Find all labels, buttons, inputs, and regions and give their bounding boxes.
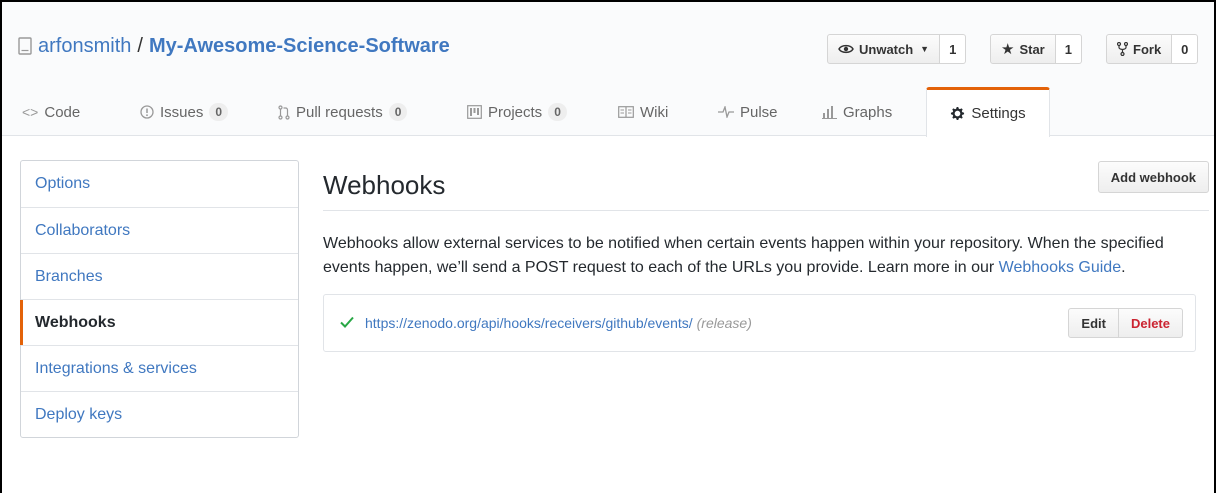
unwatch-button[interactable]: Unwatch ▼ bbox=[827, 34, 941, 64]
webhook-actions: Edit Delete bbox=[1068, 308, 1183, 338]
tab-label: Graphs bbox=[843, 103, 893, 121]
tab-issues[interactable]: Issues 0 bbox=[136, 88, 232, 136]
repo-name-link[interactable]: My-Awesome-Science-Software bbox=[149, 34, 450, 58]
book-icon bbox=[618, 106, 634, 118]
tab-label: Projects bbox=[488, 103, 543, 121]
webhook-url-link[interactable]: https://zenodo.org/api/hooks/receivers/g… bbox=[365, 315, 693, 331]
delete-webhook-button[interactable]: Delete bbox=[1118, 308, 1183, 338]
watchers-count[interactable]: 1 bbox=[940, 34, 967, 64]
description-suffix: . bbox=[1121, 259, 1126, 276]
star-icon: ★ bbox=[1001, 41, 1015, 58]
issue-icon bbox=[140, 105, 154, 119]
menu-item-webhooks[interactable]: Webhooks bbox=[20, 299, 298, 345]
star-button[interactable]: ★ Star bbox=[990, 34, 1056, 64]
project-icon bbox=[467, 105, 482, 119]
tab-wiki[interactable]: Wiki bbox=[614, 88, 672, 136]
fork-icon bbox=[1117, 42, 1128, 56]
caret-down-icon: ▼ bbox=[920, 44, 930, 54]
tab-projects[interactable]: Projects 0 bbox=[463, 88, 571, 136]
check-icon bbox=[340, 315, 354, 333]
repo-separator: / bbox=[137, 35, 143, 57]
fork-button[interactable]: Fork bbox=[1106, 34, 1173, 64]
stars-count[interactable]: 1 bbox=[1055, 34, 1082, 64]
star-group: ★ Star 1 bbox=[990, 34, 1082, 64]
tab-graphs[interactable]: Graphs bbox=[818, 88, 896, 136]
tab-label: Pulse bbox=[740, 103, 778, 121]
repo-header: arfonsmith / My-Awesome-Science-Software… bbox=[2, 2, 1214, 137]
tab-pull-requests[interactable]: Pull requests 0 bbox=[274, 88, 411, 136]
repo-title: arfonsmith / My-Awesome-Science-Software bbox=[18, 34, 450, 58]
issues-counter: 0 bbox=[209, 103, 229, 121]
page-title: Webhooks bbox=[323, 170, 446, 200]
eye-icon bbox=[838, 43, 854, 55]
settings-menu: Options Collaborators Branches Webhooks … bbox=[20, 160, 299, 438]
code-icon: <> bbox=[22, 104, 39, 120]
tab-label: Code bbox=[44, 103, 81, 121]
menu-item-branches[interactable]: Branches bbox=[21, 253, 298, 299]
repo-icon bbox=[18, 37, 32, 55]
tab-label: Settings bbox=[971, 105, 1026, 122]
projects-counter: 0 bbox=[548, 103, 567, 121]
webhook-url: https://zenodo.org/api/hooks/receivers/g… bbox=[365, 315, 752, 331]
webhooks-guide-link[interactable]: Webhooks Guide bbox=[999, 259, 1121, 276]
webhooks-description: Webhooks allow external services to be n… bbox=[323, 232, 1209, 280]
fork-label: Fork bbox=[1133, 41, 1162, 57]
unwatch-label: Unwatch bbox=[859, 41, 914, 57]
watch-group: Unwatch ▼ 1 bbox=[827, 34, 967, 64]
subhead: Webhooks Add webhook bbox=[323, 160, 1209, 211]
forks-count[interactable]: 0 bbox=[1172, 34, 1199, 64]
repo-owner-link[interactable]: arfonsmith bbox=[38, 34, 131, 58]
webhook-event: (release) bbox=[696, 315, 752, 331]
tab-label: Issues bbox=[160, 103, 204, 121]
fork-group: Fork 0 bbox=[1106, 34, 1199, 64]
pull-requests-counter: 0 bbox=[388, 103, 408, 121]
tab-label: Pull requests bbox=[296, 103, 383, 121]
star-label: Star bbox=[1019, 41, 1045, 57]
add-webhook-button[interactable]: Add webhook bbox=[1097, 161, 1209, 193]
tab-code[interactable]: <> Code bbox=[18, 88, 84, 136]
menu-item-integrations[interactable]: Integrations & services bbox=[21, 345, 298, 391]
menu-item-options[interactable]: Options bbox=[21, 161, 298, 207]
webhook-list-item: https://zenodo.org/api/hooks/receivers/g… bbox=[323, 294, 1196, 352]
tab-label: Wiki bbox=[640, 103, 669, 121]
webhooks-panel: Webhooks Add webhook Webhooks allow exte… bbox=[323, 160, 1209, 352]
edit-webhook-button[interactable]: Edit bbox=[1068, 308, 1119, 338]
menu-item-deploy-keys[interactable]: Deploy keys bbox=[21, 391, 298, 437]
gear-icon bbox=[950, 106, 965, 121]
pull-request-icon bbox=[278, 104, 290, 120]
repo-nav: <> Code Issues 0 Pull requests 0 Project… bbox=[2, 87, 1214, 137]
graph-icon bbox=[822, 105, 837, 119]
tab-settings[interactable]: Settings bbox=[926, 87, 1050, 137]
tab-pulse[interactable]: Pulse bbox=[714, 88, 782, 136]
menu-item-collaborators[interactable]: Collaborators bbox=[21, 207, 298, 253]
pulse-icon bbox=[718, 106, 734, 118]
